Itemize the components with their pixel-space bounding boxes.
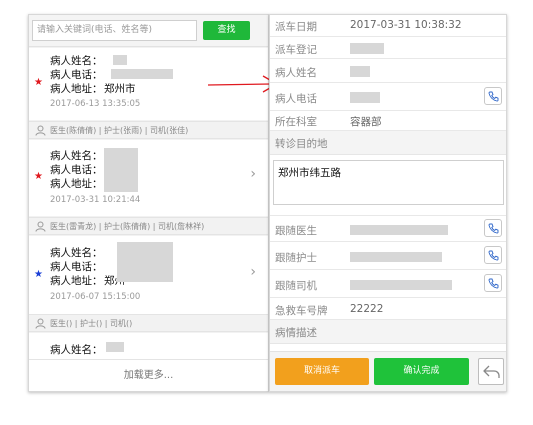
redacted-info: [104, 148, 138, 192]
redacted-name: [113, 55, 127, 65]
patient-name-label: 病人姓名：: [50, 55, 103, 67]
person-icon: [35, 221, 46, 232]
call-patient-button[interactable]: [484, 87, 502, 105]
redacted-phone: [350, 92, 380, 103]
destination-header: 转诊目的地: [270, 131, 506, 155]
staff-text: 医生(雷青龙) | 护士(陈倩倩) | 司机(詹林祥): [50, 222, 205, 231]
staff-row: 医生(陈倩倩) | 护士(张雨) | 司机(张佳): [29, 121, 268, 139]
patient-phone-label: 病人电话：: [50, 261, 103, 273]
phone-icon: [488, 223, 499, 234]
department-row: 所在科室 容器部: [270, 111, 506, 131]
dispatch-date-label: 派车日期: [275, 21, 317, 33]
patient-name-row: 病人姓名: [270, 59, 506, 83]
star-icon: ★: [34, 77, 43, 88]
search-button[interactable]: 查找: [203, 21, 250, 40]
phone-icon: [488, 278, 499, 289]
cancel-dispatch-button[interactable]: 取消派车: [275, 358, 369, 385]
confirm-complete-button[interactable]: 确认完成: [374, 358, 469, 385]
driver-row: 跟随司机: [270, 270, 506, 298]
search-bar: 请输入关键词(电话、姓名等) 查找: [29, 15, 268, 47]
dispatch-time: 2017-06-13 13:35:05: [50, 99, 141, 109]
doctor-label: 跟随医生: [275, 225, 317, 237]
destination-field[interactable]: 郑州市纬五路: [273, 160, 504, 205]
patient-address-value: 郑州市: [104, 83, 136, 95]
call-nurse-button[interactable]: [484, 246, 502, 264]
condition-header: 病情描述: [270, 320, 506, 344]
action-bar: 取消派车 确认完成: [270, 351, 506, 391]
list-item[interactable]: 病人姓名： ★ 病人电话： 病人地址： 2017-03-31 10:21:44 …: [29, 140, 268, 216]
dispatch-detail-panel: 派车日期 2017-03-31 10:38:32 派车登记 病人姓名 病人电话 …: [269, 14, 507, 392]
dispatch-date-value: 2017-03-31 10:38:32: [350, 19, 462, 31]
redacted-name: [350, 66, 370, 77]
patient-name-label: 病人姓名：: [50, 247, 103, 259]
patient-address-label: 病人地址：: [50, 275, 103, 287]
dispatch-reg-row: 派车登记: [270, 37, 506, 59]
patient-phone-row: 病人电话: [270, 83, 506, 111]
dispatch-reg-label: 派车登记: [275, 44, 317, 56]
back-button[interactable]: [478, 358, 504, 385]
patient-name-label: 病人姓名：: [50, 344, 103, 356]
call-doctor-button[interactable]: [484, 219, 502, 237]
staff-row: 医生() | 护士() | 司机(): [29, 314, 268, 332]
star-icon: ★: [34, 269, 43, 280]
chevron-right-icon: ›: [250, 166, 256, 182]
chevron-right-icon: ›: [250, 264, 256, 280]
plate-value: 22222: [350, 303, 384, 315]
patient-address-label: 病人地址：: [50, 83, 103, 95]
redacted-info: [117, 242, 173, 282]
staff-text: 医生() | 护士() | 司机(): [50, 319, 133, 328]
phone-icon: [488, 91, 499, 102]
redacted-nurse: [350, 252, 442, 262]
staff-row: 医生(雷青龙) | 护士(陈倩倩) | 司机(詹林祥): [29, 217, 268, 235]
patient-phone-label: 病人电话：: [50, 69, 103, 81]
patient-name-label: 病人姓名: [275, 67, 317, 79]
person-icon: [35, 318, 46, 329]
dispatch-time: 2017-03-31 10:21:44: [50, 195, 141, 205]
star-icon: ★: [34, 171, 43, 182]
department-value: 容器部: [350, 116, 382, 128]
nurse-row: 跟随护士: [270, 242, 506, 270]
patient-address-label: 病人地址：: [50, 178, 103, 190]
nurse-label: 跟随护士: [275, 252, 317, 264]
search-input[interactable]: 请输入关键词(电话、姓名等): [32, 20, 197, 41]
patient-phone-label: 病人电话：: [50, 164, 103, 176]
redacted-reg: [350, 43, 384, 54]
phone-icon: [488, 250, 499, 261]
department-label: 所在科室: [275, 116, 317, 128]
doctor-row: 跟随医生: [270, 215, 506, 242]
dispatch-time: 2017-06-07 15:15:00: [50, 292, 141, 302]
patient-phone-label: 病人电话: [275, 93, 317, 105]
redacted-doctor: [350, 225, 448, 235]
destination-label: 转诊目的地: [275, 138, 328, 150]
redacted-driver: [350, 280, 452, 290]
dispatch-date-row: 派车日期 2017-03-31 10:38:32: [270, 15, 506, 37]
load-more-button[interactable]: 加载更多...: [29, 359, 268, 391]
call-driver-button[interactable]: [484, 274, 502, 292]
person-icon: [35, 125, 46, 136]
dispatch-list-panel: 请输入关键词(电话、姓名等) 查找 病人姓名： ★ 病人电话： 病人地址： 郑州…: [28, 14, 269, 392]
patient-name-label: 病人姓名：: [50, 150, 103, 162]
redacted-name: [106, 342, 124, 352]
redacted-phone: [111, 69, 173, 79]
destination-value: 郑州市纬五路: [278, 167, 341, 179]
list-item[interactable]: 病人姓名： ★ 病人电话： 病人地址： 郑州 2017-06-07 15:15:…: [29, 236, 268, 316]
driver-label: 跟随司机: [275, 280, 317, 292]
staff-text: 医生(陈倩倩) | 护士(张雨) | 司机(张佳): [50, 126, 189, 135]
plate-row: 急救车号牌 22222: [270, 298, 506, 320]
back-arrow-icon: [483, 365, 500, 378]
condition-label: 病情描述: [275, 327, 317, 339]
plate-label: 急救车号牌: [275, 305, 328, 317]
